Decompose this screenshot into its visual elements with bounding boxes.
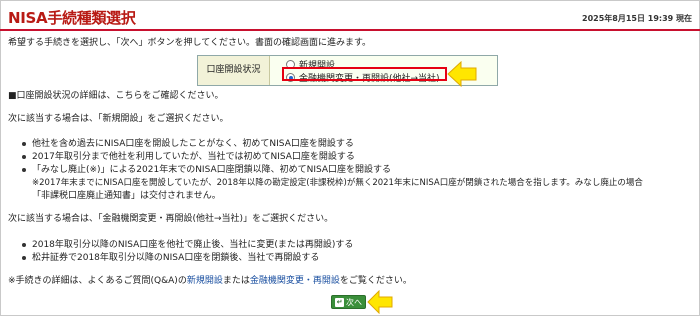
footer-note-middle: または	[222, 276, 250, 286]
faq-link-transfer[interactable]: 金融機関変更・再開設	[250, 276, 340, 286]
callout-arrow-icon	[447, 61, 477, 87]
new-account-heading: 次に該当する場合は、「新規開設」をご選択ください。	[8, 114, 229, 124]
minashi-note-line2: 「非課税口座廃止通知書」は交付されません。	[32, 191, 221, 201]
page-header: NISA手続種類選択 2025年8月15日 19:39 現在	[0, 0, 700, 31]
new-account-item: 2017年取引分まで他社を利用していたが、当社では初めてNISA口座を開設する	[32, 152, 355, 162]
bullet-icon	[22, 142, 26, 146]
intro-text: 希望する手続きを選択し、「次へ」ボタンを押してください。書面の確認画面に進みます…	[8, 38, 372, 48]
new-account-item: 「みなし廃止(※)」による2021年末でのNISA口座閉鎖以降、初めてNISA口…	[32, 165, 392, 175]
next-button-label: 次へ	[346, 297, 362, 307]
next-button[interactable]: ↵ 次へ	[331, 295, 366, 309]
page-title: NISA手続種類選択	[8, 9, 136, 27]
current-datetime: 2025年8月15日 19:39 現在	[582, 14, 692, 23]
transfer-item: 松井証券で2018年取引分以降のNISA口座を閉鎖後、当社で再開設する	[32, 253, 320, 263]
footer-note-suffix: をご覧ください。	[339, 276, 412, 286]
bullet-icon	[22, 256, 26, 260]
bullet-icon	[22, 168, 26, 172]
callout-arrow-icon	[367, 290, 393, 314]
footer-note-prefix: ※手続きの詳細は、よくあるご質問(Q&A)の	[8, 276, 187, 286]
bullet-icon	[22, 243, 26, 247]
account-status-label: 口座開設状況	[198, 56, 270, 85]
minashi-note-line1: ※2017年末までにNISA口座を開設していたが、2018年以降の勘定設定(非課…	[32, 178, 643, 188]
transfer-heading: 次に該当する場合は、「金融機関変更・再開設(他社→当社)」をご選択ください。	[8, 214, 334, 224]
transfer-item: 2018年取引分以降のNISA口座を他社で廃止後、当社に変更(または再開設)する	[32, 240, 354, 250]
bullet-icon	[22, 155, 26, 159]
status-detail-note: ■口座開設状況の詳細は、こちらをご確認ください。	[8, 91, 224, 101]
selection-highlight-box	[282, 67, 447, 81]
next-arrow-icon: ↵	[335, 297, 344, 307]
new-account-item: 他社を含め過去にNISA口座を開設したことがなく、初めてNISA口座を開設する	[32, 139, 354, 149]
faq-link-new-account[interactable]: 新規開設	[187, 276, 223, 286]
footer-note: ※手続きの詳細は、よくあるご質問(Q&A)の新規開設または金融機関変更・再開設を…	[8, 275, 412, 287]
